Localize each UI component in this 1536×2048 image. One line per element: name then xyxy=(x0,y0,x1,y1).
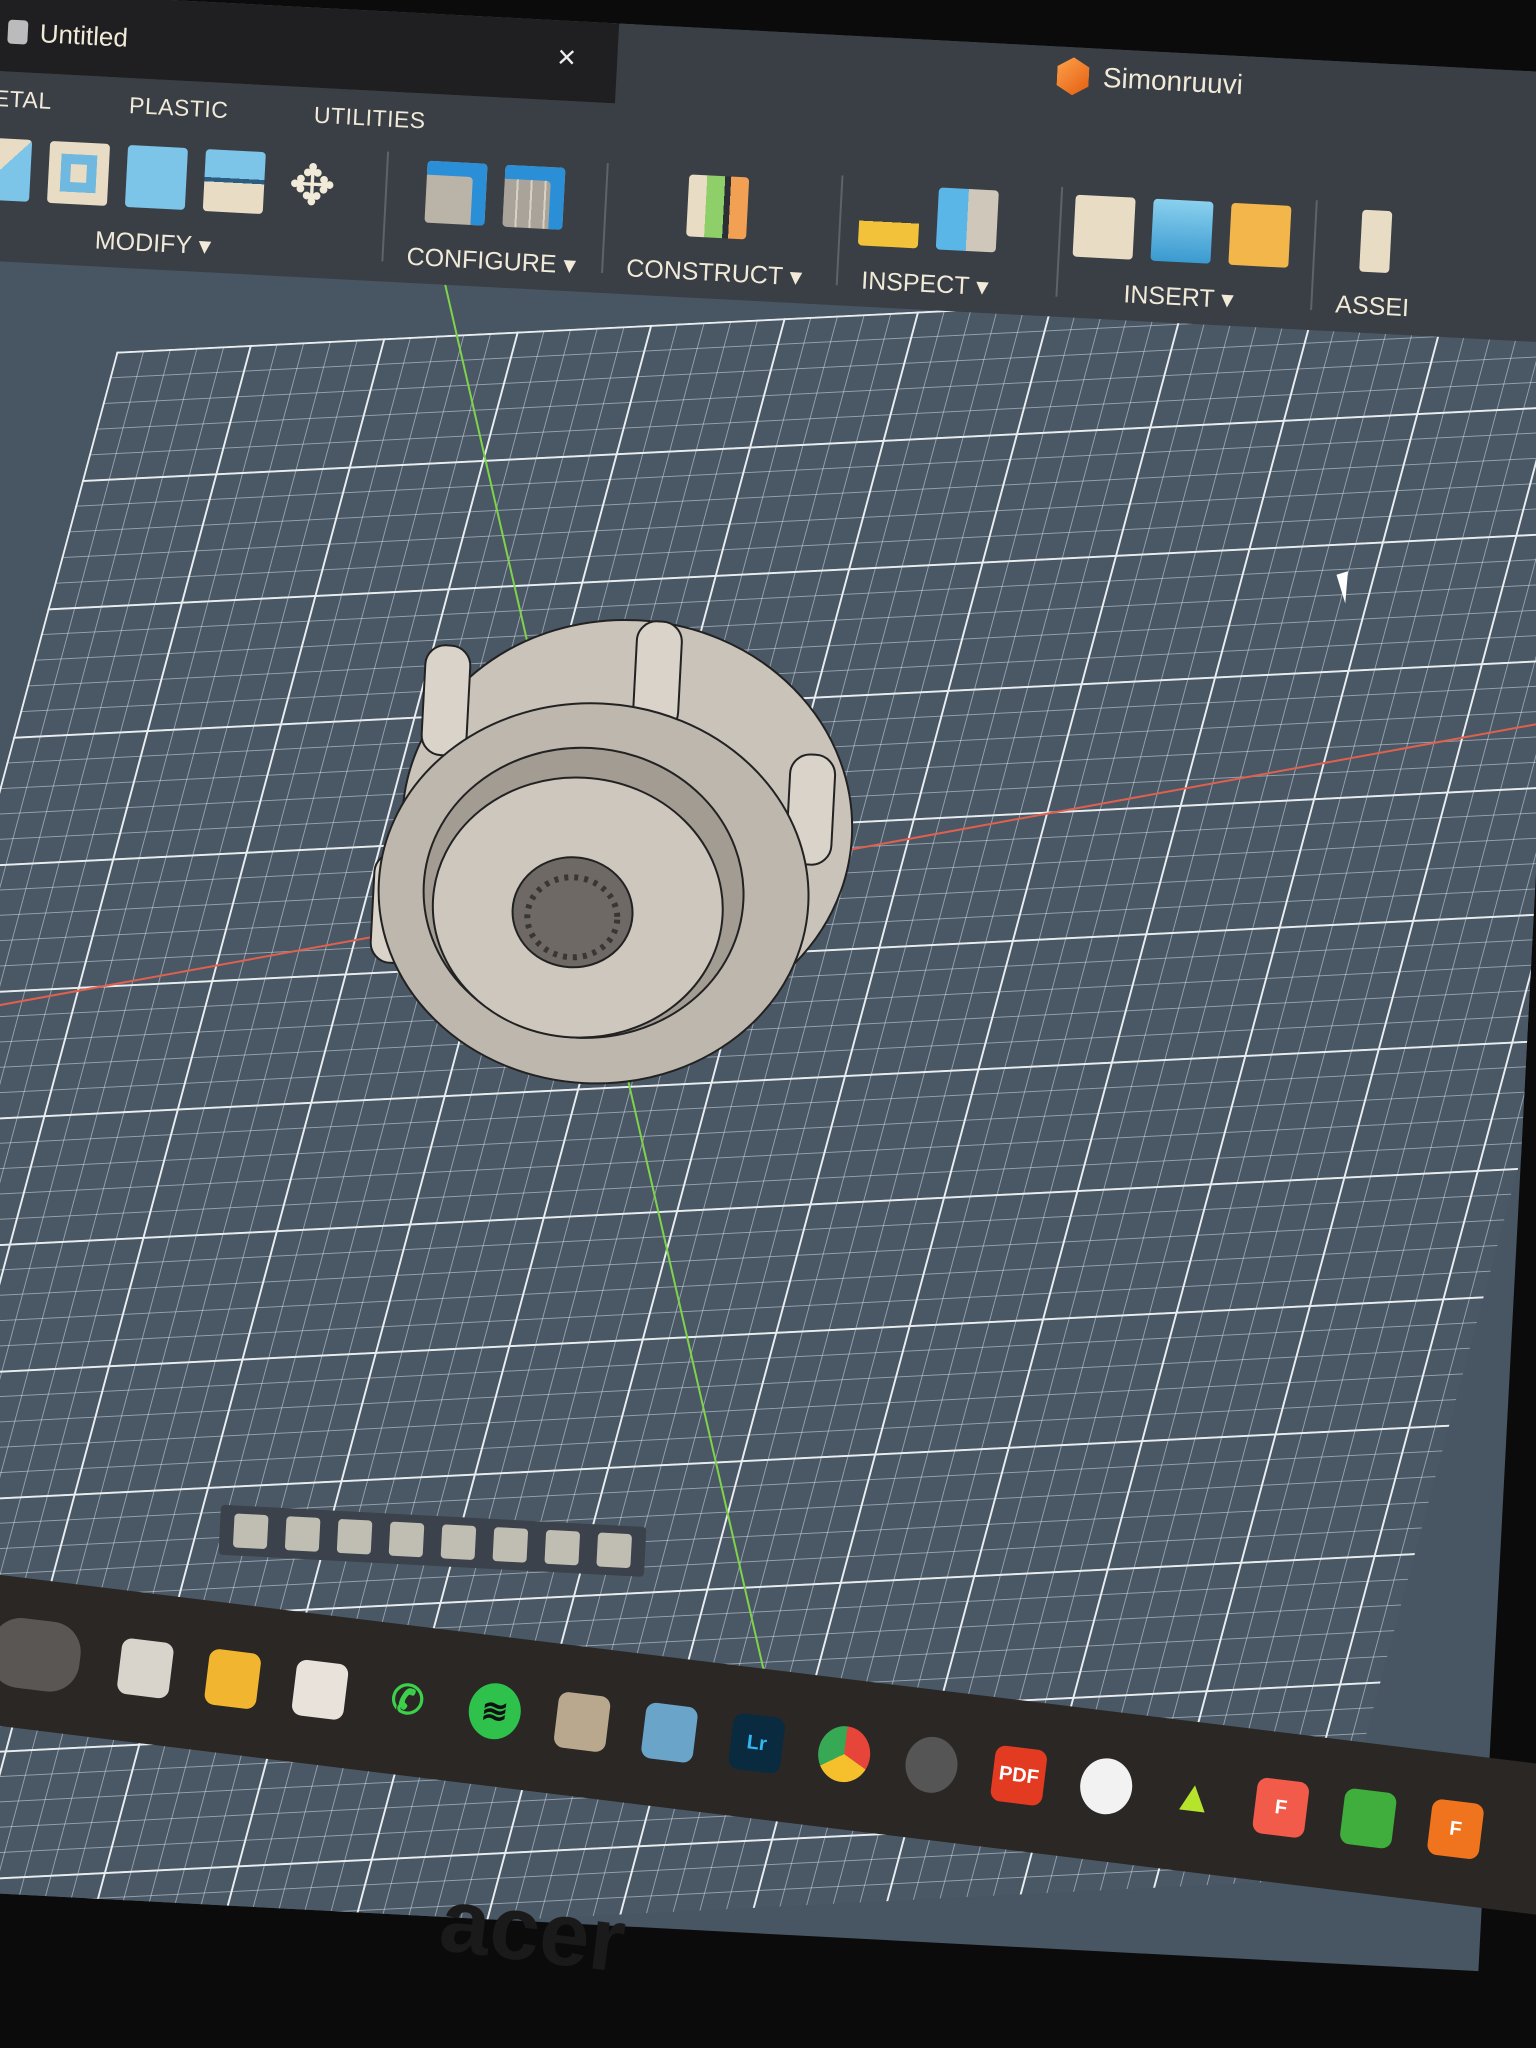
fillet-icon[interactable] xyxy=(0,136,33,202)
press-pull-icon[interactable] xyxy=(124,144,189,210)
divider xyxy=(601,163,609,273)
arrow-app-icon[interactable]: ▲ xyxy=(1164,1766,1222,1828)
file-explorer-icon[interactable] xyxy=(203,1648,262,1711)
zoom-icon[interactable] xyxy=(388,1521,425,1558)
viewports-icon[interactable] xyxy=(596,1532,633,1569)
task-view-icon[interactable] xyxy=(116,1637,175,1700)
tab-simonruuvi[interactable]: Simonruuvi xyxy=(1056,57,1244,105)
configure-rule-icon[interactable] xyxy=(502,164,566,230)
insert-menu[interactable]: INSERT ▾ xyxy=(1123,279,1235,315)
tab-plastic[interactable]: PLASTIC xyxy=(128,92,230,124)
inspect-group: INSPECT ▾ xyxy=(855,176,999,303)
photo-app-icon[interactable] xyxy=(552,1690,612,1753)
display-settings-icon[interactable] xyxy=(492,1527,529,1563)
tab-utilities[interactable]: UTILITIES xyxy=(313,102,426,135)
measure-icon[interactable] xyxy=(857,182,922,248)
whatsapp-icon[interactable]: ✆ xyxy=(378,1670,436,1732)
divider xyxy=(1055,186,1064,297)
insert-group: INSERT ▾ xyxy=(1070,188,1292,319)
lock-icon xyxy=(7,19,29,45)
look-at-icon[interactable] xyxy=(284,1516,321,1552)
divider xyxy=(835,175,844,286)
assemble-menu[interactable]: ASSEI xyxy=(1335,290,1410,323)
microsoft-store-icon[interactable] xyxy=(290,1658,350,1721)
green-app-icon[interactable] xyxy=(1338,1787,1398,1850)
search-pill[interactable] xyxy=(0,1614,85,1696)
orbit-icon[interactable] xyxy=(232,1513,269,1550)
assemble-group: ASSEI xyxy=(1335,202,1415,326)
offset-plane-icon[interactable] xyxy=(686,173,750,239)
insert-mesh-icon[interactable] xyxy=(1228,202,1292,268)
design-cube-icon xyxy=(1056,57,1090,97)
inspect-menu[interactable]: INSPECT ▾ xyxy=(861,266,990,303)
close-icon[interactable]: × xyxy=(556,38,577,76)
grid-settings-icon[interactable] xyxy=(544,1529,581,1566)
insert-canvas-icon[interactable] xyxy=(1150,198,1214,264)
insert-derive-icon[interactable] xyxy=(1072,194,1136,260)
monitor-brand-logo: acer xyxy=(434,1870,631,1992)
chrome-icon[interactable] xyxy=(814,1723,874,1786)
tab-sheet-metal[interactable]: METAL xyxy=(0,84,52,115)
camera-icon[interactable] xyxy=(902,1733,961,1796)
construct-menu[interactable]: CONSTRUCT ▾ xyxy=(626,253,803,292)
move-icon[interactable]: ✥ xyxy=(281,152,344,218)
fusion-icon[interactable]: F xyxy=(1426,1798,1485,1861)
avatar-app-icon[interactable] xyxy=(640,1701,699,1764)
configure-group: CONFIGURE ▾ xyxy=(406,153,582,282)
configure-menu[interactable]: CONFIGURE ▾ xyxy=(406,242,577,281)
section-analysis-icon[interactable] xyxy=(935,186,999,253)
configure-table-icon[interactable] xyxy=(424,160,488,226)
assemble-icon[interactable] xyxy=(1359,209,1393,273)
pdf-icon[interactable]: PDF xyxy=(989,1744,1049,1807)
divider xyxy=(1310,200,1318,311)
tab-label: Simonruuvi xyxy=(1102,61,1244,101)
fit-icon[interactable] xyxy=(440,1524,477,1561)
lightroom-icon[interactable]: Lr xyxy=(727,1712,787,1775)
spotify-icon[interactable]: ≋ xyxy=(465,1680,524,1743)
figma-like-icon[interactable]: F xyxy=(1251,1776,1311,1839)
knob-model[interactable] xyxy=(342,581,889,1128)
construct-group: CONSTRUCT ▾ xyxy=(625,164,807,293)
divider xyxy=(381,151,390,262)
modify-menu[interactable]: MODIFY ▾ xyxy=(94,225,212,261)
github-icon[interactable] xyxy=(1076,1755,1136,1818)
pan-hand-icon[interactable] xyxy=(336,1518,373,1555)
split-icon[interactable] xyxy=(202,148,266,214)
shell-icon[interactable] xyxy=(46,140,111,206)
modify-group: ✥ MODIFY ▾ xyxy=(0,130,344,269)
tab-label: Untitled xyxy=(39,17,129,53)
